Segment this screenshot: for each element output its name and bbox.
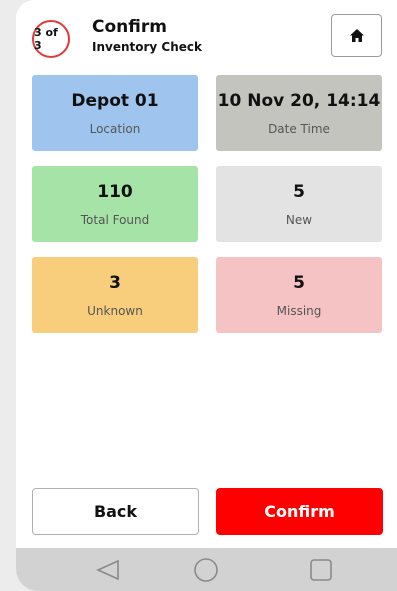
confirm-button[interactable]: Confirm [216,488,383,535]
home-icon [349,29,364,42]
date-time-tile: 10 Nov 20, 14:14 Date Time [216,75,382,151]
location-label: Location [89,122,141,136]
step-badge: 3 of 3 [32,20,70,58]
back-triangle-icon [96,559,119,580]
page-subtitle: Inventory Check [92,40,202,54]
missing-value: 5 [293,273,305,293]
nav-home-button[interactable] [176,548,236,591]
location-tile: Depot 01 Location [32,75,198,151]
nav-recents-button[interactable] [291,548,351,591]
page-title: Confirm [92,17,167,37]
unknown-value: 3 [109,273,121,293]
home-button[interactable] [331,14,382,57]
header: 3 of 3 Confirm Inventory Check [16,0,397,70]
phone-screen: 3 of 3 Confirm Inventory Check Depot 01 … [16,0,397,591]
date-time-label: Date Time [268,122,330,136]
missing-tile: 5 Missing [216,257,382,333]
back-button[interactable]: Back [32,488,199,535]
home-circle-icon [194,557,218,582]
unknown-label: Unknown [87,304,143,318]
missing-label: Missing [276,304,322,318]
location-value: Depot 01 [71,91,159,111]
unknown-tile: 3 Unknown [32,257,198,333]
recents-square-icon [310,558,332,581]
nav-back-button[interactable] [78,548,138,591]
total-found-label: Total Found [80,213,150,227]
android-nav-bar [16,548,397,591]
new-value: 5 [293,182,305,202]
date-time-value: 10 Nov 20, 14:14 [217,91,381,111]
total-found-value: 110 [97,182,133,202]
new-tile: 5 New [216,166,382,242]
new-label: New [285,213,313,227]
total-found-tile: 110 Total Found [32,166,198,242]
